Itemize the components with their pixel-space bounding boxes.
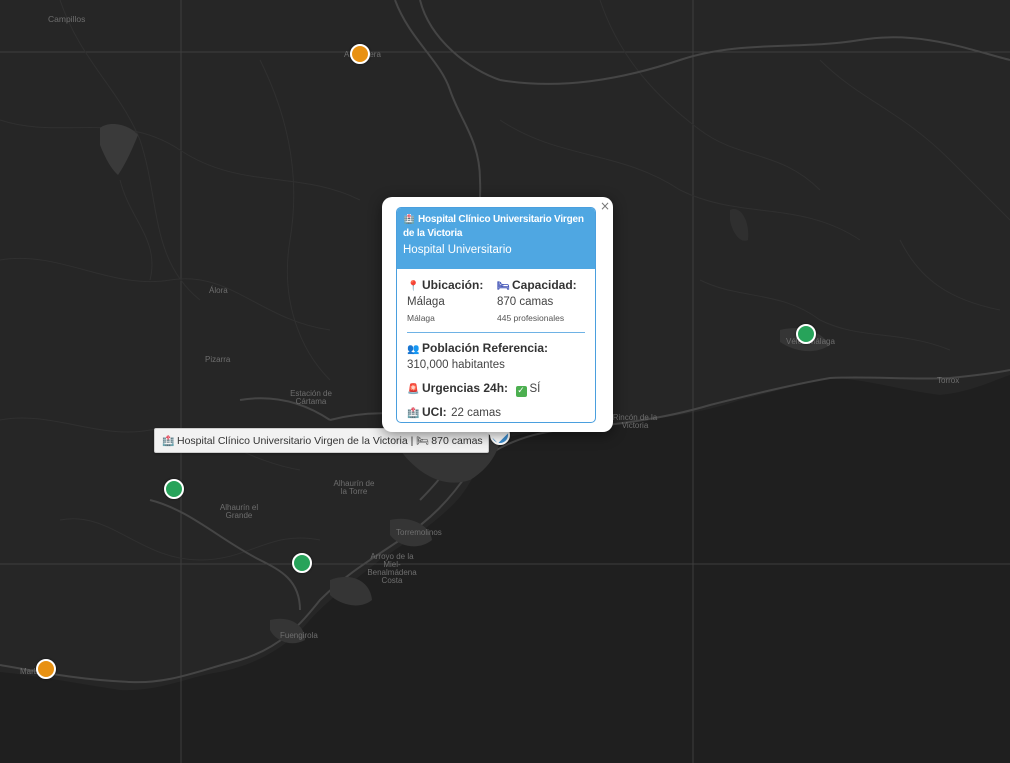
place-label: Torremolinos [396,528,442,537]
place-label: Alhaurín de la Torre [333,479,375,496]
population-row: 👥 Población Referencia: 310,000 habitante… [407,341,585,373]
capacity-block: 🛏 Capacidad: 870 camas 445 profesionales [497,278,585,326]
hospital-icon: 🏥 [162,436,175,447]
emergency-label: Urgencias 24h: [422,381,509,395]
place-label: Álora [209,286,228,295]
hospital-icon: 🏥 [407,408,420,419]
pin-icon: 📍 [407,281,420,292]
location-block: 📍 Ubicación: Málaga Málaga [407,278,497,326]
place-label: Arroyo de la Miel-Benalmádena Costa [367,552,417,585]
capacity-value: 870 camas [496,296,554,308]
hospital-marker[interactable] [292,553,312,573]
tooltip-separator: | [410,435,414,447]
population-value: 310,000 habitantes [407,359,505,371]
place-label: Pizarra [205,355,231,364]
location-detail: Málaga [407,313,435,323]
emergency-row: 🚨 Urgencias 24h: ✓ SÍ [407,379,585,397]
place-label: Alhaurín el Grande [219,503,259,520]
hospital-marker[interactable] [36,659,56,679]
capacity-label: Capacidad: [511,278,577,292]
hospital-name: Hospital Clínico Universitario Virgen de… [403,214,584,239]
place-label: Estación de Cártama [290,389,332,406]
hospital-title: 🏥 Hospital Clínico Universitario Virgen d… [403,213,589,240]
bed-icon: 🛏 [496,281,510,292]
hospital-card: 🏥 Hospital Clínico Universitario Virgen d… [396,207,596,423]
population-label: Población Referencia: [422,341,549,355]
ambulance-light-icon: 🚨 [407,384,420,395]
hospital-icon: 🏥 [403,215,415,225]
place-label: Torrox [937,376,960,385]
hospital-marker[interactable] [796,324,816,344]
place-label: Campillos [48,14,86,24]
icu-label: UCI: [422,405,447,419]
divider [407,332,585,333]
card-body: 📍 Ubicación: Málaga Málaga 🛏 Capacidad: 87… [397,269,595,421]
checkmark-icon: ✓ [515,386,527,397]
emergency-value: SÍ [529,383,541,395]
hospital-type: Hospital Universitario [403,244,512,256]
icu-row: 🏥 UCI: 22 camas [407,403,585,421]
hospital-marker[interactable] [350,44,370,64]
bed-icon: 🛏 [416,436,429,447]
place-label: Rincón de la Victoria [612,413,658,430]
card-header: 🏥 Hospital Clínico Universitario Virgen d… [397,208,595,269]
icu-value: 22 camas [451,407,501,419]
capacity-detail: 445 profesionales [496,313,565,323]
location-label: Ubicación: [422,278,484,292]
people-icon: 👥 [407,344,420,355]
close-icon[interactable]: × [598,199,612,213]
hospital-marker[interactable] [164,479,184,499]
tooltip-name: Hospital Clínico Universitario Virgen de… [177,435,408,447]
place-label: Fuengirola [280,631,318,640]
tooltip-beds: 870 camas [431,435,483,447]
location-value: Málaga [407,296,445,308]
